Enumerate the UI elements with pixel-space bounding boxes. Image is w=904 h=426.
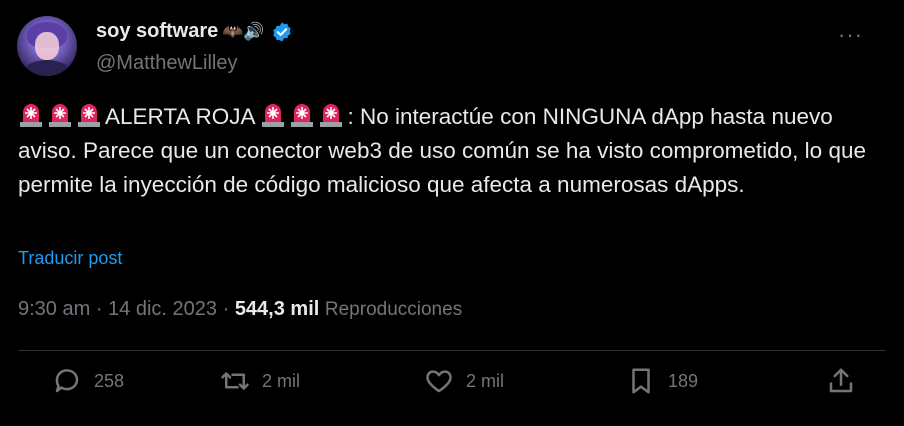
tweet-meta: 9:30 am · 14 dic. 2023 · 544,3 mil Repro…: [18, 298, 462, 321]
meta-separator: ·: [217, 298, 235, 320]
alert-heading: ALERTA ROJA: [105, 104, 261, 129]
police-light-emoji: [78, 104, 100, 127]
avatar-shirt: [23, 60, 71, 76]
police-light-emoji: [20, 104, 42, 127]
police-light-emoji: [262, 104, 285, 127]
avatar[interactable]: [17, 16, 77, 76]
bookmark-count: 189: [668, 370, 699, 391]
divider: [18, 350, 886, 351]
share-icon: [829, 368, 853, 393]
repost-count: 2 mil: [262, 370, 301, 391]
verified-badge-icon[interactable]: [271, 21, 293, 43]
avatar-face: [35, 32, 59, 60]
bookmark-icon: [632, 368, 650, 394]
tweet-time[interactable]: 9:30 am: [18, 298, 90, 320]
handle[interactable]: @MatthewLilley: [96, 52, 237, 75]
heart-icon: [426, 370, 452, 393]
author-row: soy software 🦇🔊: [96, 20, 293, 43]
like-button[interactable]: 2 mil: [424, 366, 504, 396]
view-count[interactable]: 544,3 mil: [235, 298, 320, 320]
repost-icon: [221, 372, 249, 390]
meta-separator: ·: [90, 298, 109, 320]
tweet: soy software 🦇🔊 @MatthewLilley ··· ALERT…: [0, 0, 904, 426]
translate-link[interactable]: Traducir post: [18, 248, 122, 269]
name-emoji: 🦇🔊: [222, 21, 265, 41]
tweet-date[interactable]: 14 dic. 2023: [108, 298, 217, 320]
like-count: 2 mil: [466, 370, 505, 391]
display-name[interactable]: soy software: [96, 20, 218, 43]
police-light-emoji: [320, 104, 343, 127]
police-light-emoji: [49, 104, 71, 127]
repost-button[interactable]: 2 mil: [220, 366, 300, 396]
action-bar: 258 2 mil 2 mil 189: [0, 366, 904, 406]
share-button[interactable]: [826, 366, 856, 396]
reply-icon: [55, 369, 79, 393]
more-options-icon[interactable]: ···: [838, 22, 863, 48]
tweet-text: ALERTA ROJA : No interactúe con NINGUNA …: [18, 100, 878, 202]
reply-button[interactable]: 258: [52, 366, 124, 396]
bookmark-button[interactable]: 189: [626, 366, 698, 396]
police-light-emoji: [291, 104, 314, 127]
reply-count: 258: [94, 370, 125, 391]
views-label: Reproducciones: [324, 299, 463, 320]
